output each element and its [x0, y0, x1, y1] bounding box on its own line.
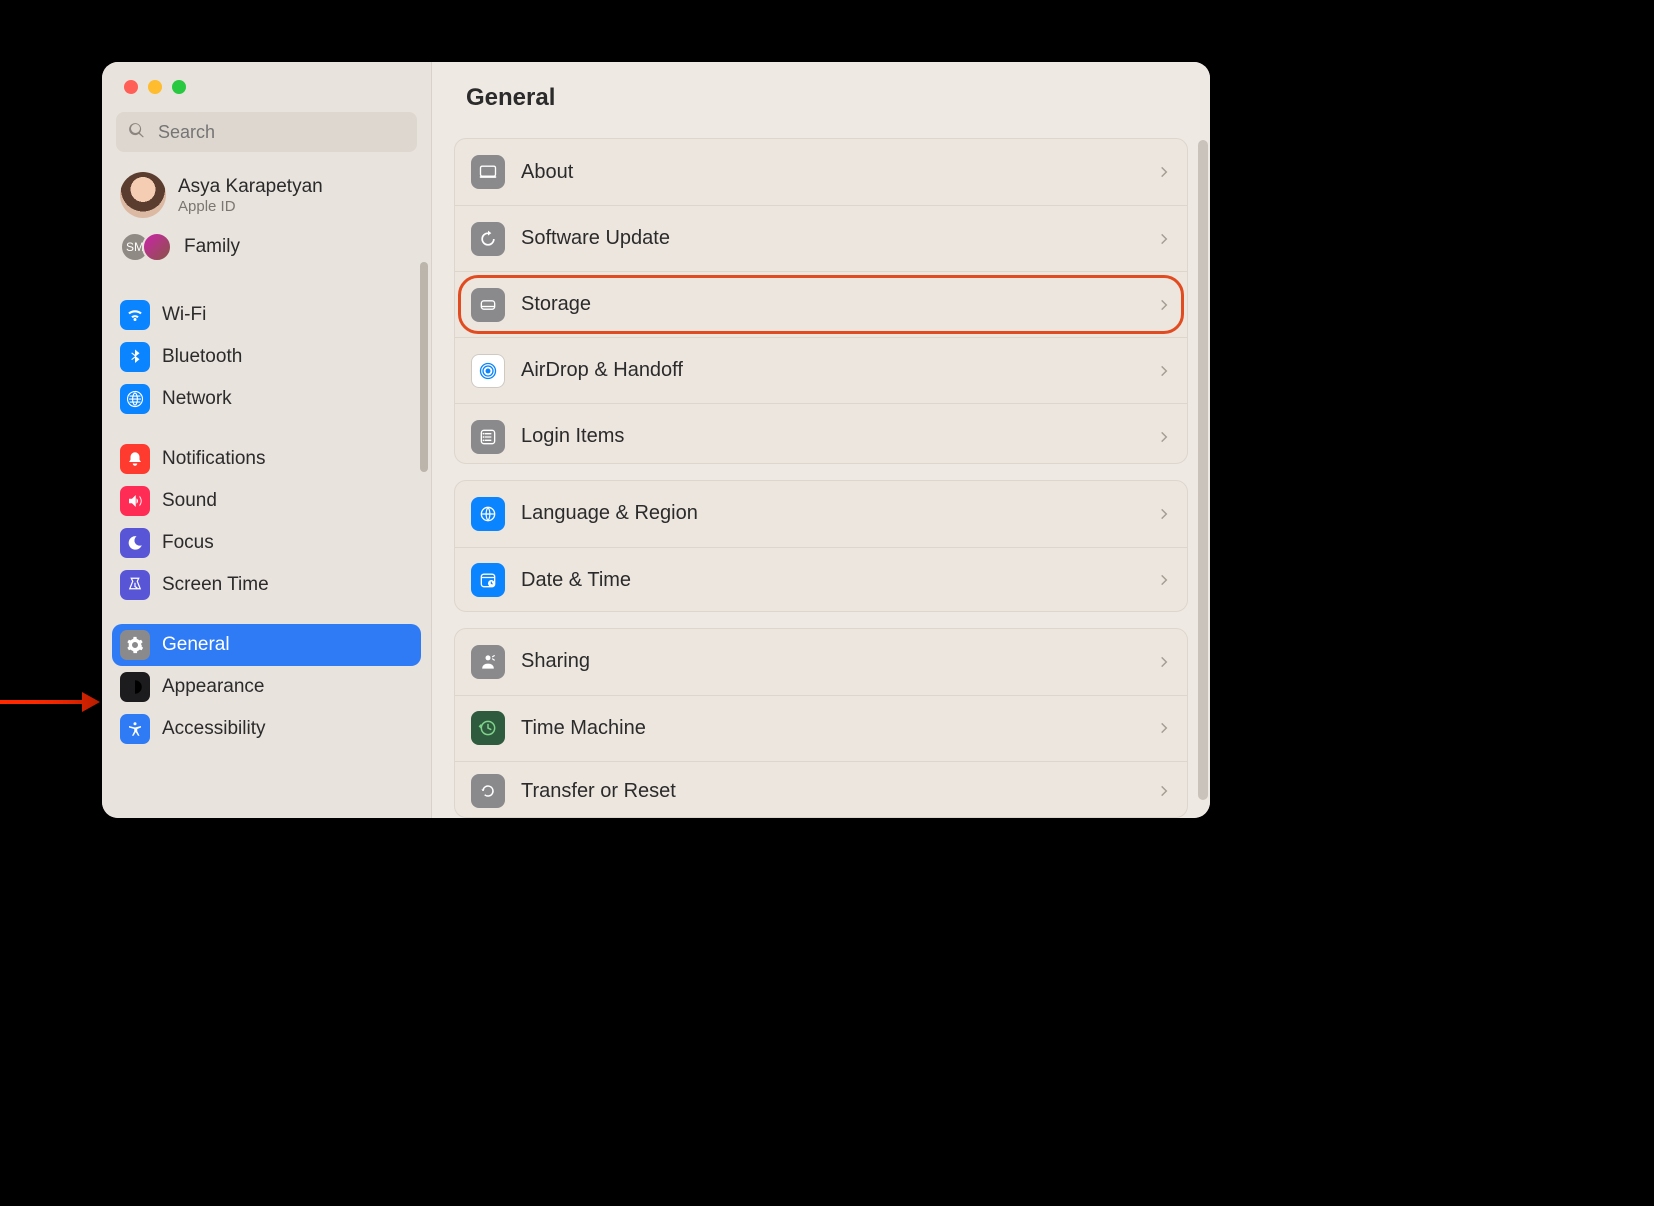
row-label: Login Items	[521, 425, 1141, 448]
bluetooth-icon	[120, 342, 150, 372]
row-label: About	[521, 161, 1141, 184]
sidebar-item-appearance[interactable]: Appearance	[112, 666, 421, 708]
sidebar-item-label: Sound	[162, 490, 217, 512]
search-input[interactable]	[156, 121, 405, 144]
zoom-window-button[interactable]	[172, 80, 186, 94]
chevron-right-icon	[1157, 298, 1171, 312]
settings-window: Asya Karapetyan Apple ID SM Family Wi-Fi	[102, 62, 1210, 818]
row-label: Time Machine	[521, 717, 1141, 740]
sidebar-item-accessibility[interactable]: Accessibility	[112, 708, 421, 750]
sidebar: Asya Karapetyan Apple ID SM Family Wi-Fi	[102, 62, 432, 818]
login-items-icon	[471, 420, 505, 454]
settings-group-3: Sharing Time Machine Transfer or Reset	[454, 628, 1188, 818]
sidebar-item-label: Wi-Fi	[162, 304, 206, 326]
content-pane: General About Software Update	[432, 62, 1210, 818]
family-label: Family	[184, 236, 240, 258]
chevron-right-icon	[1157, 364, 1171, 378]
sidebar-item-wifi[interactable]: Wi-Fi	[112, 294, 421, 336]
sidebar-item-label: Appearance	[162, 676, 264, 698]
transfer-reset-icon	[471, 774, 505, 808]
sidebar-item-label: Bluetooth	[162, 346, 242, 368]
row-transfer-reset[interactable]: Transfer or Reset	[455, 761, 1187, 818]
annotation-arrow	[0, 694, 100, 710]
row-label: Language & Region	[521, 502, 1141, 525]
row-about[interactable]: About	[455, 139, 1187, 205]
chevron-right-icon	[1157, 655, 1171, 669]
focus-icon	[120, 528, 150, 558]
gear-icon	[120, 630, 150, 660]
settings-group-1: About Software Update Storage	[454, 138, 1188, 464]
row-language-region[interactable]: Language & Region	[455, 481, 1187, 547]
sound-icon	[120, 486, 150, 516]
chevron-right-icon	[1157, 507, 1171, 521]
language-region-icon	[471, 497, 505, 531]
storage-icon	[471, 288, 505, 322]
content-scrollbar[interactable]	[1198, 140, 1208, 800]
row-airdrop-handoff[interactable]: AirDrop & Handoff	[455, 337, 1187, 403]
row-software-update[interactable]: Software Update	[455, 205, 1187, 271]
settings-group-2: Language & Region Date & Time	[454, 480, 1188, 612]
notifications-icon	[120, 444, 150, 474]
sidebar-item-notifications[interactable]: Notifications	[112, 438, 421, 480]
family-row[interactable]: SM Family	[112, 226, 421, 276]
close-window-button[interactable]	[124, 80, 138, 94]
sidebar-item-bluetooth[interactable]: Bluetooth	[112, 336, 421, 378]
chevron-right-icon	[1157, 232, 1171, 246]
sidebar-scrollbar[interactable]	[420, 262, 428, 472]
row-date-time[interactable]: Date & Time	[455, 547, 1187, 612]
sidebar-item-network[interactable]: Network	[112, 378, 421, 420]
avatar	[120, 172, 166, 218]
row-label: Storage	[521, 293, 1141, 316]
network-icon	[120, 384, 150, 414]
appearance-icon	[120, 672, 150, 702]
chevron-right-icon	[1157, 165, 1171, 179]
sidebar-item-label: Focus	[162, 532, 214, 554]
family-avatars: SM	[120, 232, 172, 262]
search-field[interactable]	[116, 112, 417, 152]
sidebar-item-focus[interactable]: Focus	[112, 522, 421, 564]
accessibility-icon	[120, 714, 150, 744]
screentime-icon	[120, 570, 150, 600]
chevron-right-icon	[1157, 430, 1171, 444]
row-time-machine[interactable]: Time Machine	[455, 695, 1187, 761]
row-label: AirDrop & Handoff	[521, 359, 1141, 382]
sidebar-item-label: Screen Time	[162, 574, 269, 596]
row-label: Transfer or Reset	[521, 780, 1141, 803]
sidebar-item-label: General	[162, 634, 230, 656]
chevron-right-icon	[1157, 721, 1171, 735]
account-name: Asya Karapetyan	[178, 176, 323, 198]
account-sub: Apple ID	[178, 198, 323, 215]
row-label: Sharing	[521, 650, 1141, 673]
row-label: Software Update	[521, 227, 1141, 250]
airdrop-icon	[471, 354, 505, 388]
time-machine-icon	[471, 711, 505, 745]
wifi-icon	[120, 300, 150, 330]
sidebar-item-general[interactable]: General	[112, 624, 421, 666]
apple-id-account[interactable]: Asya Karapetyan Apple ID	[112, 162, 421, 226]
software-update-icon	[471, 222, 505, 256]
search-icon	[128, 121, 146, 144]
about-icon	[471, 155, 505, 189]
chevron-right-icon	[1157, 784, 1171, 798]
minimize-window-button[interactable]	[148, 80, 162, 94]
row-sharing[interactable]: Sharing	[455, 629, 1187, 695]
sidebar-item-label: Notifications	[162, 448, 266, 470]
sidebar-item-sound[interactable]: Sound	[112, 480, 421, 522]
sidebar-item-label: Accessibility	[162, 718, 265, 740]
sidebar-item-screentime[interactable]: Screen Time	[112, 564, 421, 606]
sidebar-item-label: Network	[162, 388, 232, 410]
family-member-avatar	[142, 232, 172, 262]
window-controls	[102, 62, 431, 94]
chevron-right-icon	[1157, 573, 1171, 587]
date-time-icon	[471, 563, 505, 597]
row-login-items[interactable]: Login Items	[455, 403, 1187, 464]
row-storage[interactable]: Storage	[455, 271, 1187, 337]
sharing-icon	[471, 645, 505, 679]
page-title: General	[432, 62, 1210, 122]
row-label: Date & Time	[521, 569, 1141, 592]
